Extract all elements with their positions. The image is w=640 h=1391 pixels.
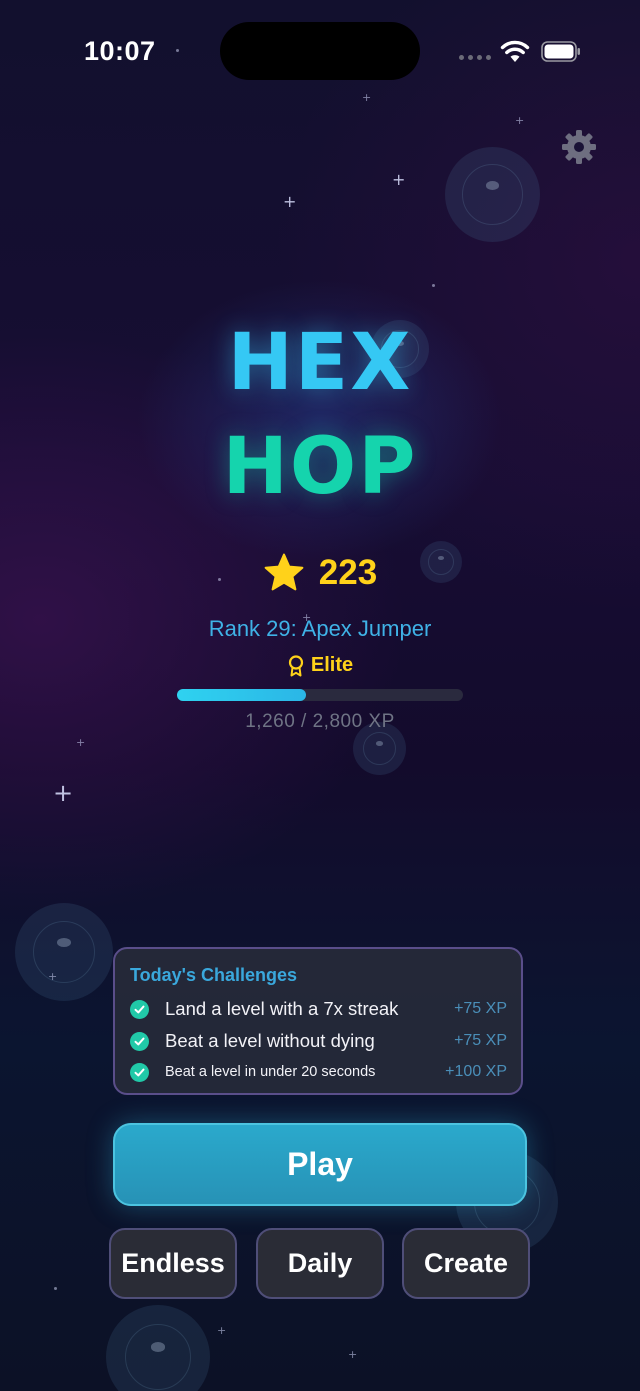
sparkle-decoration: + [362, 91, 372, 104]
star-dot-decoration [176, 49, 179, 52]
game-title-line-2: HOP [222, 422, 418, 512]
challenge-text: Beat a level without dying [165, 1030, 375, 1051]
medal-icon [288, 654, 303, 676]
xp-progress-text: 1,260 / 2,800 XP [245, 711, 395, 732]
gear-icon[interactable] [561, 129, 597, 165]
star-count: 223 [318, 553, 378, 592]
xp-progress-fill [177, 689, 306, 701]
rank-title: Rank 29: Apex Jumper [208, 616, 432, 641]
star-icon [264, 553, 304, 591]
sparkle-decoration: + [53, 779, 74, 807]
game-title-line-1: HEX [227, 318, 413, 408]
create-button[interactable]: Create [402, 1228, 530, 1299]
challenge-item: Beat a level in under 20 seconds +100 XP [130, 1060, 507, 1084]
challenge-reward: +100 XP [445, 1063, 507, 1080]
xp-progress-bar [177, 689, 463, 701]
daily-button[interactable]: Daily [256, 1228, 384, 1299]
challenge-text: Land a level with a 7x streak [165, 998, 399, 1019]
play-button[interactable]: Play [113, 1123, 527, 1206]
play-button-label: Play [287, 1146, 353, 1182]
endless-button[interactable]: Endless [109, 1228, 237, 1299]
bubble-decoration [445, 147, 540, 242]
sparkle-decoration: + [392, 170, 406, 189]
star-total: 223 [0, 552, 640, 594]
challenge-text: Beat a level in under 20 seconds [165, 1064, 376, 1080]
challenge-item: Land a level with a 7x streak +75 XP [130, 997, 507, 1021]
checkmark-icon [130, 999, 149, 1019]
challenge-item: Beat a level without dying +75 XP [130, 1029, 507, 1053]
sparkle-decoration: + [48, 970, 58, 983]
challenge-reward: +75 XP [454, 1032, 507, 1049]
sparkle-decoration: + [515, 114, 525, 127]
status-time: 10:07 [84, 36, 156, 66]
challenge-reward: +75 XP [454, 1000, 507, 1017]
rank-tier: Elite [0, 654, 640, 677]
bubble-decoration [15, 903, 113, 1001]
star-dot-decoration [432, 284, 435, 287]
checkmark-icon [130, 1031, 149, 1051]
bubble-decoration [106, 1305, 210, 1391]
sparkle-decoration: + [217, 1324, 227, 1337]
star-dot-decoration [54, 1287, 57, 1290]
sparkle-decoration: + [348, 1348, 358, 1361]
create-button-label: Create [423, 1248, 509, 1278]
battery-icon [541, 41, 580, 62]
checkmark-icon [130, 1062, 149, 1082]
main-menu-screen: + + + + + + + + + + 10:07 HEX HOP 223 Ra… [0, 0, 640, 1391]
endless-button-label: Endless [121, 1248, 225, 1278]
challenges-title: Today's Challenges [130, 965, 297, 985]
daily-challenges-card: Today's Challenges Land a level with a 7… [113, 947, 523, 1095]
cellular-signal-icon [459, 55, 491, 60]
sparkle-decoration: + [283, 192, 297, 211]
sparkle-decoration: + [76, 736, 86, 749]
dynamic-island [220, 22, 420, 80]
daily-button-label: Daily [287, 1248, 353, 1278]
wifi-icon [500, 40, 530, 62]
tier-label: Elite [310, 654, 354, 676]
